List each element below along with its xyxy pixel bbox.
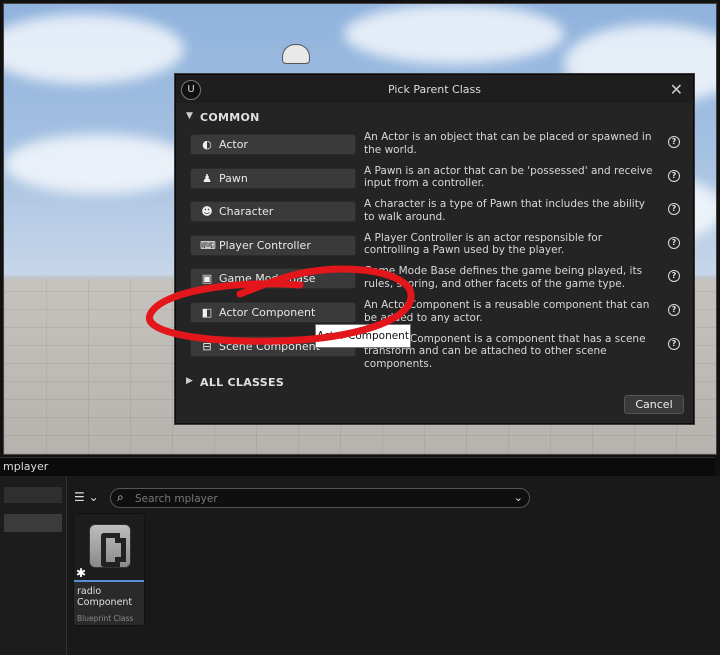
actor-component-button[interactable]: ◧ Actor Component [190,301,356,323]
unsaved-asterisk-icon: ✱ [76,566,87,580]
gamepad-icon: ⌨ [200,238,216,252]
common-class-list: ◐ Actor An Actor is an object that can b… [184,131,687,370]
help-icon[interactable]: ? [668,203,680,216]
all-classes-section-header[interactable]: ▶ ALL CLASSES [176,371,693,393]
caret-down-icon: ▼ [186,111,193,121]
sky-sphere [282,44,310,64]
pawn-icon: ♟ [202,171,212,185]
class-button-label: Character [219,205,274,219]
chevron-down-icon[interactable]: ⌄ [514,491,523,504]
filter-icon[interactable]: ☰ ⌄ [74,490,99,504]
actor-button[interactable]: ◐ Actor [190,134,356,155]
class-row-player-controller: ⌨ Player Controller A Player Controller … [184,232,687,266]
help-icon[interactable]: ? [668,270,680,283]
class-button-label: Game Mode Base [219,272,316,286]
common-section-header[interactable]: ▼ COMMON [176,106,693,128]
dialog-title: Pick Parent Class [387,83,481,96]
game-mode-base-button[interactable]: ▣ Game Mode Base [190,268,356,290]
class-description: A character is a type of Pawn that inclu… [364,198,646,223]
actor-icon: ◐ [202,138,212,151]
cloud [344,4,564,64]
pawn-button[interactable]: ♟ Pawn [190,167,356,189]
asset-type: Blueprint Class [77,614,134,623]
cloud [4,14,184,84]
tooltip: Actor Component [315,324,411,348]
class-button-label: Player Controller [219,238,311,252]
class-button-label: Pawn [219,171,248,185]
class-description: A Pawn is an actor that can be 'possesse… [364,164,653,190]
content-browser-path-bar: mplayer [0,457,715,477]
folder-tree-item-selected[interactable] [4,514,62,532]
folder-tree-panel [0,476,67,655]
class-row-actor-component: ◧ Actor Component An ActorComponent is a… [184,299,687,333]
asset-name: radio Component [77,586,133,608]
class-row-pawn: ♟ Pawn A Pawn is an actor that can be 'p… [184,165,687,199]
all-classes-label: ALL CLASSES [200,376,285,389]
class-button-label: Scene Component [219,339,320,353]
close-button[interactable]: ✕ [670,80,683,99]
folder-tree-item[interactable] [4,487,62,503]
cancel-button[interactable]: Cancel [624,395,684,414]
search-icon: ⌕ [117,490,124,504]
pick-parent-class-dialog: U Pick Parent Class ✕ ▼ COMMON ◐ Actor A… [175,74,694,424]
class-row-character: ☻ Character A character is a type of Paw… [184,198,687,232]
class-button-label: Actor [219,138,248,151]
component-blueprint-icon [89,524,131,568]
class-description: Game Mode Base defines the game being pl… [364,265,643,290]
class-description: An ActorComponent is a reusable componen… [364,298,650,324]
search-input[interactable] [133,491,497,507]
class-description: A Player Controller is an actor responsi… [364,231,603,257]
cloud [4,134,194,194]
character-icon: ☻ [201,205,213,219]
asset-tile-radio-component[interactable]: ✱ radio Component Blueprint Class [73,513,145,626]
class-row-actor: ◐ Actor An Actor is an object that can b… [184,131,687,165]
character-button[interactable]: ☻ Character [190,201,356,223]
common-section-label: COMMON [200,111,260,124]
actor-component-icon: ◧ [201,305,213,319]
dialog-title-bar: U Pick Parent Class ✕ [176,75,693,103]
help-icon[interactable]: ? [668,169,680,182]
current-folder-path[interactable]: mplayer [3,460,48,473]
class-button-label: Actor Component [219,305,316,319]
asset-thumbnail: ✱ [74,514,144,582]
game-mode-icon: ▣ [201,272,213,286]
scene-component-icon: ⊟ [202,339,212,353]
caret-right-icon: ▶ [186,376,193,386]
search-box[interactable]: ⌕ ⌄ [110,488,530,508]
help-icon[interactable]: ? [668,337,680,350]
class-row-scene-component: ⊟ Scene Component A Scene Component is a… [184,333,687,370]
help-icon[interactable]: ? [668,236,680,249]
help-icon[interactable]: ? [668,136,680,148]
class-description: An Actor is an object that can be placed… [364,131,652,156]
help-icon[interactable]: ? [668,303,680,316]
class-row-game-mode-base: ▣ Game Mode Base Game Mode Base defines … [184,265,687,299]
player-controller-button[interactable]: ⌨ Player Controller [190,234,356,256]
